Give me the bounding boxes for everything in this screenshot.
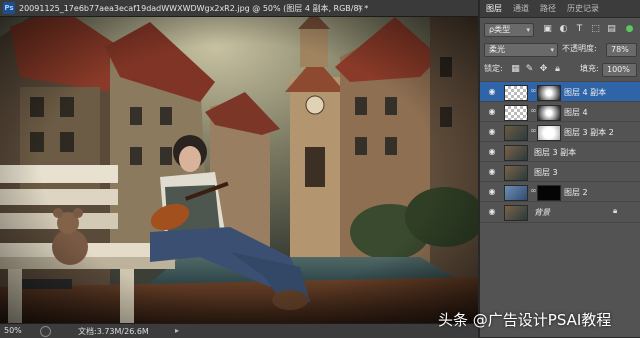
layer-mask-thumbnail[interactable] bbox=[537, 85, 561, 101]
layer-thumbnail bbox=[504, 85, 528, 101]
lock-label: 锁定: bbox=[484, 64, 503, 73]
visibility-eye-icon[interactable]: ◉ bbox=[486, 127, 498, 136]
layer-row[interactable]: ◉ ∞ 图层 4 bbox=[480, 101, 640, 122]
chain-link-icon[interactable]: ∞ bbox=[530, 186, 537, 195]
blend-row: 柔光 ▾ 不透明度: 78% bbox=[484, 43, 637, 57]
lock-icon: 🔒︎ bbox=[613, 206, 618, 215]
layer-name[interactable]: 图层 4 副本 bbox=[564, 87, 606, 98]
visibility-eye-icon[interactable]: ◉ bbox=[486, 167, 498, 176]
layer-mask-thumbnail[interactable] bbox=[537, 125, 561, 141]
tab-channels[interactable]: 通道 bbox=[513, 3, 529, 14]
lock-position-icon[interactable]: ✥ bbox=[538, 64, 549, 75]
chain-link-icon[interactable]: ∞ bbox=[530, 86, 537, 95]
lock-pixels-icon[interactable]: ✎ bbox=[524, 64, 535, 75]
layer-mask-thumbnail[interactable] bbox=[537, 185, 561, 201]
filter-toggle-icon[interactable]: ● bbox=[624, 24, 635, 35]
visibility-eye-icon[interactable]: ◉ bbox=[486, 87, 498, 96]
close-tab-icon[interactable]: × bbox=[357, 3, 364, 12]
layer-row[interactable]: ◉ 图层 3 bbox=[480, 161, 640, 182]
photo-artwork bbox=[0, 17, 478, 323]
layer-name[interactable]: 图层 3 副本 bbox=[534, 147, 576, 158]
layer-thumbnail bbox=[504, 165, 528, 181]
layer-name[interactable]: 图层 4 bbox=[564, 107, 588, 118]
fill-value: 100% bbox=[607, 65, 630, 74]
fill-input[interactable]: 100% bbox=[602, 63, 637, 77]
visibility-eye-icon[interactable]: ◉ bbox=[486, 107, 498, 116]
layer-row[interactable]: ◉ ∞ 图层 3 副本 2 bbox=[480, 121, 640, 142]
smart-object-filter-icon[interactable]: ▤ bbox=[606, 24, 617, 35]
blend-mode-value: 柔光 bbox=[489, 45, 505, 54]
panel-tabs: 图层 通道 路径 历史记录 bbox=[480, 0, 640, 18]
visibility-eye-icon[interactable]: ◉ bbox=[486, 207, 498, 216]
layer-thumbnail bbox=[504, 185, 528, 201]
layer-thumbnail bbox=[504, 145, 528, 161]
opacity-value: 78% bbox=[611, 45, 629, 54]
opacity-input[interactable]: 78% bbox=[606, 43, 637, 57]
layer-list: ◉ ∞ 图层 4 副本 ◉ ∞ 图层 4 ◉ ∞ 图层 3 副本 2 ◉ 图层 … bbox=[480, 81, 640, 223]
chain-link-icon[interactable]: ∞ bbox=[530, 126, 537, 135]
status-bar: 50% 文档:3.73M/26.6M ▸ bbox=[0, 323, 478, 338]
tab-layers[interactable]: 图层 bbox=[483, 0, 505, 18]
status-menu-icon[interactable] bbox=[40, 326, 51, 337]
layer-name[interactable]: 图层 3 副本 2 bbox=[564, 127, 614, 138]
document-title: 20091125_17e6b77aea3ecaf19dadWWXWDWgx2xR… bbox=[19, 4, 369, 13]
tab-history[interactable]: 历史记录 bbox=[567, 3, 599, 14]
layers-panel: 图层 通道 路径 历史记录 ρ类型 ▾ ▣ ◐ T ⬚ ▤ ● 柔光 ▾ 不透明度:… bbox=[480, 0, 640, 337]
opacity-label: 不透明度: bbox=[562, 44, 597, 53]
layer-name[interactable]: 图层 3 bbox=[534, 167, 558, 178]
filter-kind-value: ρ类型 bbox=[489, 25, 511, 34]
filter-kind-select[interactable]: ρ类型 ▾ bbox=[484, 23, 534, 37]
layer-thumbnail bbox=[504, 205, 528, 221]
layer-mask-thumbnail[interactable] bbox=[537, 105, 561, 121]
chevron-down-icon: ▾ bbox=[550, 46, 554, 54]
tab-paths[interactable]: 路径 bbox=[540, 3, 556, 14]
layer-name[interactable]: 图层 2 bbox=[564, 187, 588, 198]
shape-filter-icon[interactable]: ⬚ bbox=[590, 24, 601, 35]
chain-link-icon[interactable]: ∞ bbox=[530, 106, 537, 115]
chevron-down-icon: ▾ bbox=[526, 26, 530, 34]
layer-row[interactable]: ◉ ∞ 图层 4 副本 bbox=[480, 81, 640, 102]
zoom-level[interactable]: 50% bbox=[4, 326, 22, 335]
layer-thumbnail bbox=[504, 125, 528, 141]
layer-row[interactable]: ◉ 图层 3 副本 bbox=[480, 141, 640, 162]
status-expand-icon[interactable]: ▸ bbox=[175, 326, 179, 335]
layer-row[interactable]: ◉ 背景 🔒︎ bbox=[480, 201, 640, 223]
blend-mode-select[interactable]: 柔光 ▾ bbox=[484, 43, 558, 57]
lock-row: 锁定: ▦ ✎ ✥ 🔒︎ 填充: 100% bbox=[484, 63, 637, 77]
fill-label: 填充: bbox=[580, 64, 599, 73]
layer-filter-row: ρ类型 ▾ ▣ ◐ T ⬚ ▤ ● bbox=[484, 23, 636, 37]
photoshop-app-icon: Ps bbox=[3, 2, 15, 14]
image-filter-icon[interactable]: ▣ bbox=[542, 24, 553, 35]
document-size: 文档:3.73M/26.6M bbox=[78, 327, 149, 336]
watermark-text: 头条 @广告设计PSAI教程 bbox=[438, 311, 612, 329]
image-canvas[interactable] bbox=[0, 17, 478, 323]
visibility-eye-icon[interactable]: ◉ bbox=[486, 147, 498, 156]
layer-row[interactable]: ◉ ∞ 图层 2 bbox=[480, 181, 640, 202]
adjustment-filter-icon[interactable]: ◐ bbox=[558, 24, 569, 35]
lock-transparent-icon[interactable]: ▦ bbox=[510, 64, 521, 75]
text-filter-icon[interactable]: T bbox=[574, 24, 585, 35]
visibility-eye-icon[interactable]: ◉ bbox=[486, 187, 498, 196]
lock-all-icon[interactable]: 🔒︎ bbox=[552, 64, 563, 75]
document-tab[interactable]: Ps 20091125_17e6b77aea3ecaf19dadWWXWDWgx… bbox=[0, 0, 478, 17]
layer-thumbnail bbox=[504, 105, 528, 121]
layer-name[interactable]: 背景 bbox=[534, 207, 550, 218]
